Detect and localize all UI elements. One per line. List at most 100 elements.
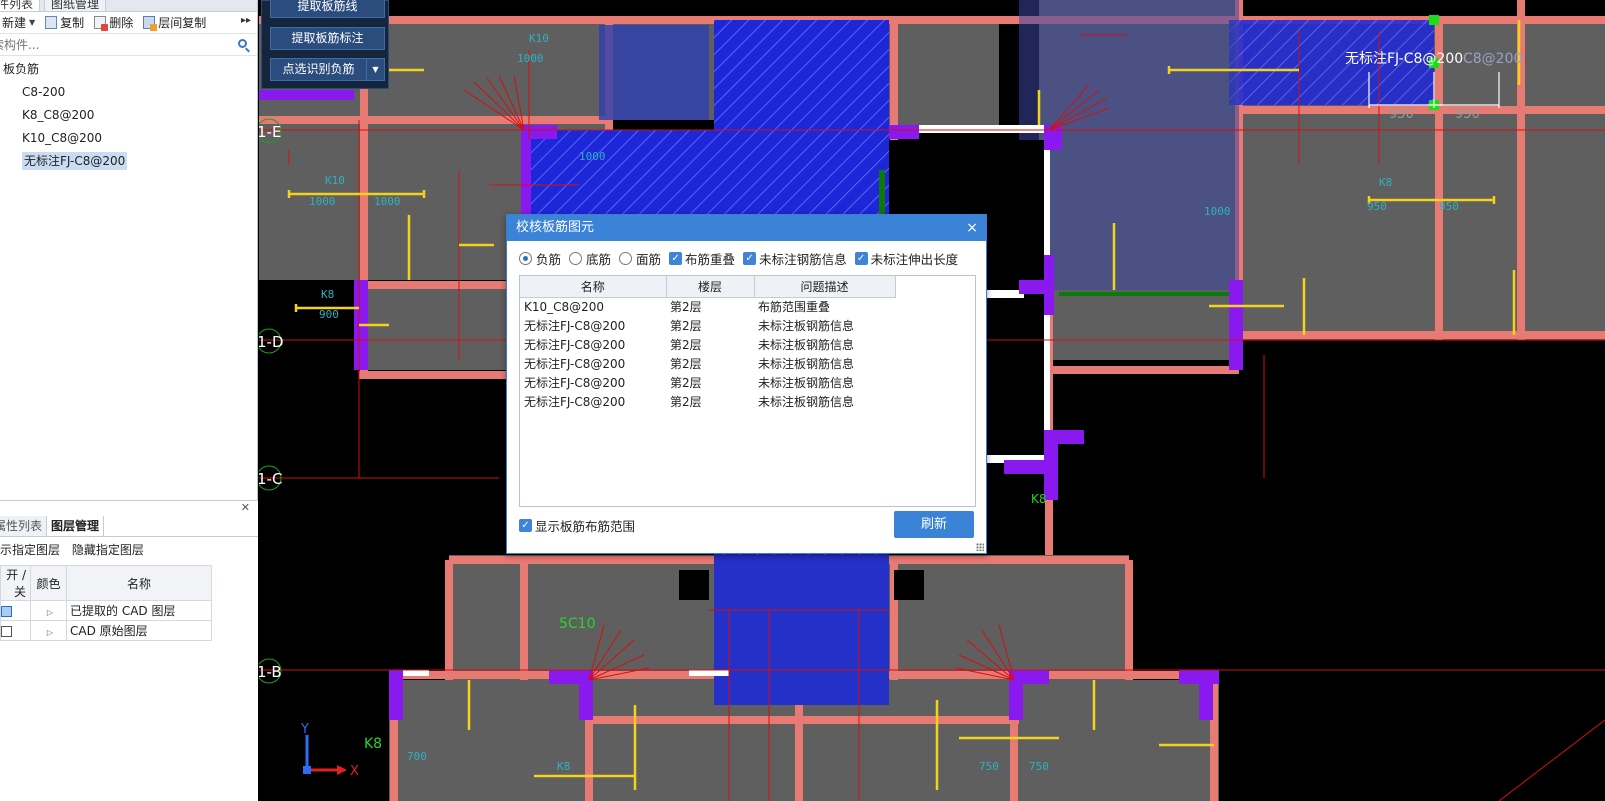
dialog-titlebar[interactable]: 校核板筋图元 × — [507, 215, 986, 241]
layer-actions: 显示指定图层 隐藏指定图层 — [0, 541, 152, 558]
column-header: 开 / 关 — [0, 565, 31, 601]
check-icon: ✓ — [519, 519, 532, 532]
table-row[interactable]: K10_C8@200 第2层 布筋范围重叠 — [520, 297, 895, 316]
svg-text:K10: K10 — [325, 174, 345, 187]
issue-table-header: 名称 楼层 问题描述 — [520, 276, 896, 298]
column-header-name[interactable]: 名称 — [520, 276, 667, 298]
svg-text:K10: K10 — [529, 32, 549, 45]
ucs-x-label: X — [350, 764, 359, 779]
axis-label-1e: 1-E — [259, 123, 281, 141]
layer-name: CAD 原始图层 — [66, 620, 212, 641]
table-row[interactable]: 无标注FJ-C8@200 第2层 未标注板钢筋信息 — [520, 335, 895, 354]
show-range-label: 显示板筋布筋范围 — [535, 519, 636, 534]
column-header-floor[interactable]: 楼层 — [666, 276, 755, 298]
issue-list: 名称 楼层 问题描述 K10_C8@200 第2层 布筋范围重叠 无标注FJ-C… — [519, 275, 976, 507]
radio-bottom-rebar[interactable]: 底筋 — [569, 249, 611, 268]
svg-text:1000: 1000 — [1204, 205, 1231, 218]
label-k8-bottom: K8 — [364, 736, 382, 752]
radio-negative-rebar[interactable]: 负筋 — [519, 249, 561, 268]
cell-issue: 布筋范围重叠 — [758, 300, 831, 315]
svg-text:1000: 1000 — [579, 150, 606, 163]
axis-label-1c: 1-C — [259, 470, 282, 488]
tab-drawing-management[interactable]: 图纸管理 — [44, 0, 107, 11]
tree-item[interactable]: K8_C8@200 — [0, 104, 257, 127]
component-list-panel: 构件列表 图纸管理 新建 ▼ 复制 删除 层间复制 ▸▸ 板负筋 C8-200 … — [0, 0, 258, 801]
component-tabbar: 构件列表 图纸管理 — [0, 0, 257, 12]
toolbar-overflow-icon[interactable]: ▸▸ — [241, 15, 251, 26]
radio-label: 面筋 — [636, 252, 662, 267]
search-icon[interactable] — [238, 39, 247, 48]
checkbox-missing-extension-length[interactable]: ✓ 未标注伸出长度 — [854, 249, 958, 268]
component-tree: 板负筋 C8-200 K8_C8@200 K10_C8@200 无标注FJ-C8… — [0, 56, 257, 173]
chevron-down-icon[interactable]: ▼ — [366, 59, 384, 80]
filter-options: 负筋 底筋 面筋 ✓ 布筋重叠 ✓ 未标注钢筋信息 ✓ 未标注伸出长度 — [519, 249, 966, 268]
layer-copy-label: 层间复制 — [158, 16, 207, 30]
layer-visible-checkbox[interactable] — [1, 625, 12, 637]
extract-rebar-lines-button[interactable]: 提取板筋线 — [270, 0, 385, 18]
check-icon: ✓ — [669, 252, 683, 265]
component-search — [0, 34, 257, 56]
expand-icon[interactable]: ▷ — [47, 628, 53, 637]
cell-issue: 未标注板钢筋信息 — [758, 357, 855, 371]
svg-text:K8: K8 — [557, 760, 570, 773]
tree-group-slab-negative-rebar[interactable]: 板负筋 — [0, 58, 257, 81]
table-row[interactable]: 无标注FJ-C8@200 第2层 未标注板钢筋信息 — [520, 373, 895, 392]
new-label: 新建 — [2, 16, 27, 30]
refresh-button[interactable]: 刷新 — [894, 511, 974, 538]
extract-rebar-labels-button[interactable]: 提取板筋标注 — [270, 27, 385, 50]
svg-text:950: 950 — [1439, 200, 1459, 213]
dialog-title: 校核板筋图元 — [516, 220, 595, 235]
tree-item-label: K8_C8@200 — [22, 108, 95, 122]
svg-text:1000: 1000 — [517, 52, 544, 65]
search-input[interactable] — [0, 34, 210, 55]
cell-floor: 第2层 — [670, 319, 702, 333]
cell-issue: 未标注板钢筋信息 — [758, 376, 855, 390]
svg-text:950: 950 — [1367, 200, 1387, 213]
label-5c10: 5C10 — [559, 616, 596, 632]
show-range-checkbox[interactable]: ✓ 显示板筋布筋范围 — [519, 516, 635, 535]
tree-item[interactable]: K10_C8@200 — [0, 127, 257, 150]
radio-icon — [519, 252, 532, 265]
checkbox-overlap[interactable]: ✓ 布筋重叠 — [669, 249, 735, 268]
resize-grip-icon[interactable] — [976, 543, 984, 551]
layer-copy-button[interactable]: 层间复制 — [143, 14, 206, 31]
attr-tabbar: 属性列表 图层管理 — [0, 516, 258, 537]
chevron-down-icon: ▼ — [29, 18, 36, 27]
table-row[interactable]: 无标注FJ-C8@200 第2层 未标注板钢筋信息 — [520, 392, 895, 411]
rebar-label-top-suffix: C8@200 — [1463, 51, 1522, 67]
expand-icon[interactable]: ▷ — [47, 608, 53, 617]
svg-text:K8: K8 — [321, 288, 334, 301]
delete-button[interactable]: 删除 — [94, 14, 133, 31]
tab-property-list[interactable]: 属性列表 — [0, 516, 48, 536]
layer-visible-checkbox[interactable] — [1, 605, 12, 617]
cell-issue: 未标注板钢筋信息 — [758, 395, 855, 409]
pick-identify-negative-rebar-button[interactable]: 点选识别负筋 ▼ — [270, 58, 385, 81]
radio-label: 负筋 — [536, 252, 562, 267]
tree-item[interactable]: C8-200 — [0, 81, 257, 104]
cell-floor: 第2层 — [670, 376, 702, 390]
tab-component-list[interactable]: 构件列表 — [0, 0, 41, 11]
tab-layer-management[interactable]: 图层管理 — [47, 516, 105, 536]
hide-layer-button[interactable]: 隐藏指定图层 — [72, 543, 144, 557]
close-icon[interactable]: × — [966, 215, 978, 241]
new-button[interactable]: 新建 ▼ — [2, 14, 35, 31]
table-row[interactable]: 无标注FJ-C8@200 第2层 未标注板钢筋信息 — [520, 316, 895, 335]
table-row[interactable]: ▷ 已提取的 CAD 图层 — [0, 600, 212, 621]
layer-table: 开 / 关 颜色 名称 ▷ 已提取的 CAD 图层 ▷ CAD 原始图层 — [0, 565, 212, 641]
copy-button[interactable]: 复制 — [45, 14, 84, 31]
column-header-issue[interactable]: 问题描述 — [754, 276, 896, 298]
close-icon[interactable]: ✕ — [241, 501, 250, 514]
tree-item-selected[interactable]: 无标注FJ-C8@200 — [0, 150, 257, 173]
checkbox-missing-rebar-info[interactable]: ✓ 未标注钢筋信息 — [743, 249, 847, 268]
radio-top-rebar[interactable]: 面筋 — [619, 249, 661, 268]
layer-management-panel: ✕ 属性列表 图层管理 显示指定图层 隐藏指定图层 开 / 关 颜色 名称 ▷ … — [0, 500, 258, 801]
table-row[interactable]: ▷ CAD 原始图层 — [0, 620, 212, 641]
layer-table-header: 开 / 关 颜色 名称 — [0, 565, 212, 601]
delete-label: 删除 — [109, 16, 134, 30]
cell-floor: 第2层 — [670, 338, 702, 352]
table-row[interactable]: 无标注FJ-C8@200 第2层 未标注板钢筋信息 — [520, 354, 895, 373]
dimension-label: 950 — [1389, 107, 1414, 122]
copy-icon — [45, 16, 58, 29]
show-layer-button[interactable]: 显示指定图层 — [0, 543, 60, 557]
ucs-y-label: Y — [300, 722, 309, 737]
